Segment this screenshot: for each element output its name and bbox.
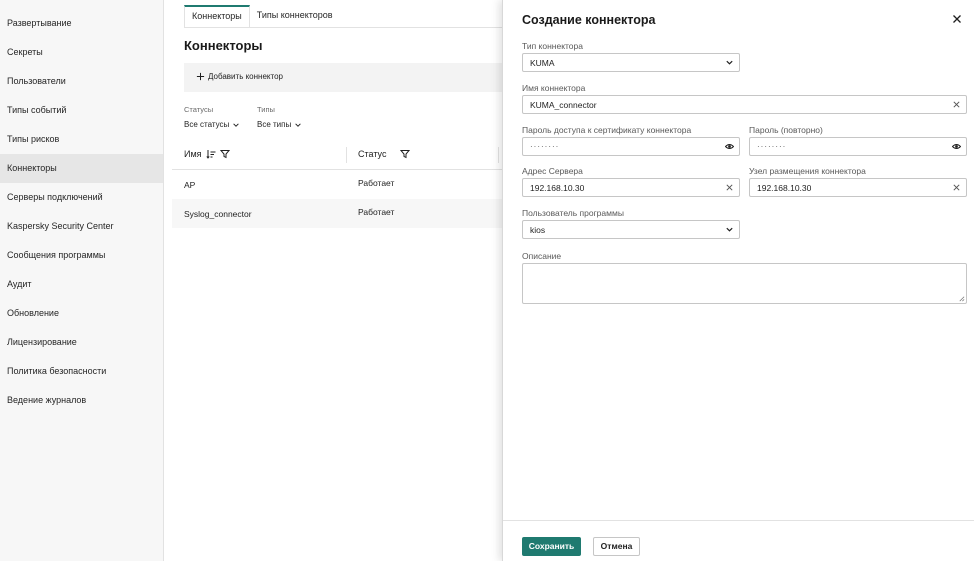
connector-name-input[interactable]: KUMA_connector [522,95,967,114]
cancel-button[interactable]: Отмена [593,537,640,556]
column-name-label: Имя [184,149,202,159]
column-status-label: Статус [358,149,387,159]
types-filter-label: Типы [257,105,275,114]
password-repeat-label: Пароль (повторно) [749,125,823,135]
table-row[interactable]: Syslog_connector Работает [172,199,502,228]
tab-connectors[interactable]: Коннекторы [184,5,250,27]
tabs-divider [184,27,502,28]
resize-handle-icon[interactable] [958,295,965,302]
statuses-filter-dropdown[interactable]: Все статусы [184,120,240,129]
main-content: Коннекторы Типы коннекторов Коннекторы Д… [164,0,502,561]
types-filter-value: Все типы [257,120,292,129]
connector-type-value: KUMA [530,58,555,68]
description-label: Описание [522,251,562,261]
cert-password-input[interactable]: ········ [522,137,740,156]
create-connector-panel: Создание коннектора Тип коннектора KUMA … [502,0,974,561]
app-user-label: Пользователь программы [522,208,624,218]
sidebar-item-ksc[interactable]: Kaspersky Security Center [0,212,163,241]
sidebar-item-security-policy[interactable]: Политика безопасности [0,357,163,386]
sidebar-item-licensing[interactable]: Лицензирование [0,328,163,357]
page-title: Коннекторы [184,38,263,53]
types-filter-dropdown[interactable]: Все типы [257,120,302,129]
sidebar-item-audit[interactable]: Аудит [0,270,163,299]
filter-icon[interactable] [219,149,230,159]
sort-icon[interactable] [205,149,216,159]
panel-footer: Сохранить Отмена [503,520,974,561]
row-status: Работает [358,207,395,217]
column-name-header: Имя [184,149,230,159]
server-address-value: 192.168.10.30 [530,183,585,193]
row-name: AP [184,180,196,190]
sidebar-item-connection-servers[interactable]: Серверы подключений [0,183,163,212]
column-divider [498,147,499,163]
clear-icon[interactable] [952,183,961,192]
row-name: Syslog_connector [184,209,252,219]
chevron-down-icon [726,227,733,232]
server-address-label: Адрес Сервера [522,166,583,176]
cert-password-value: ········ [530,142,560,151]
connector-name-label: Имя коннектора [522,83,586,93]
tab-connector-types[interactable]: Типы коннекторов [250,5,340,27]
eye-icon[interactable] [725,142,734,151]
sidebar-item-logging[interactable]: Ведение журналов [0,386,163,415]
add-connector-button[interactable]: Добавить коннектор [196,72,283,81]
filter-icon[interactable] [400,149,411,159]
app-user-select[interactable]: kios [522,220,740,239]
chevron-down-icon [295,122,301,127]
description-textarea[interactable] [522,263,967,304]
statuses-filter-value: Все статусы [184,120,230,129]
connector-type-select[interactable]: KUMA [522,53,740,72]
column-status-header: Статус [358,149,411,159]
close-icon[interactable] [952,14,962,24]
save-button[interactable]: Сохранить [522,537,581,556]
sidebar-item-risk-types[interactable]: Типы рисков [0,125,163,154]
clear-icon[interactable] [725,183,734,192]
statuses-filter: Статусы Все статусы [184,105,240,129]
host-node-value: 192.168.10.30 [757,183,812,193]
app-user-value: kios [530,225,546,235]
table-row[interactable]: AP Работает [172,170,502,199]
sidebar-item-event-types[interactable]: Типы событий [0,96,163,125]
cert-password-label: Пароль доступа к сертификату коннектора [522,125,692,135]
chevron-down-icon [233,122,240,127]
sidebar-item-update[interactable]: Обновление [0,299,163,328]
types-filter: Типы Все типы [257,105,302,129]
sidebar-item-deployment[interactable]: Развертывание [0,9,163,38]
eye-icon[interactable] [952,142,961,151]
server-address-input[interactable]: 192.168.10.30 [522,178,740,197]
add-connector-label: Добавить коннектор [208,72,283,81]
host-node-input[interactable]: 192.168.10.30 [749,178,967,197]
statuses-filter-label: Статусы [184,105,214,114]
sidebar: Развертывание Секреты Пользователи Типы … [0,0,164,561]
password-repeat-value: ········ [757,142,787,151]
chevron-down-icon [726,60,733,65]
connector-name-value: KUMA_connector [530,100,597,110]
tab-bar: Коннекторы Типы коннекторов [184,5,340,27]
toolbar: Добавить коннектор [184,63,502,92]
plus-icon [196,72,205,81]
connector-type-label: Тип коннектора [522,41,583,51]
sidebar-item-app-messages[interactable]: Сообщения программы [0,241,163,270]
password-repeat-input[interactable]: ········ [749,137,967,156]
host-node-label: Узел размещения коннектора [749,166,866,176]
column-divider [346,147,347,163]
sidebar-item-secrets[interactable]: Секреты [0,38,163,67]
panel-title: Создание коннектора [522,13,656,27]
clear-icon[interactable] [952,100,961,109]
sidebar-item-users[interactable]: Пользователи [0,67,163,96]
table-header: Имя Статус [172,140,502,170]
row-status: Работает [358,178,395,188]
sidebar-item-connectors[interactable]: Коннекторы [0,154,163,183]
